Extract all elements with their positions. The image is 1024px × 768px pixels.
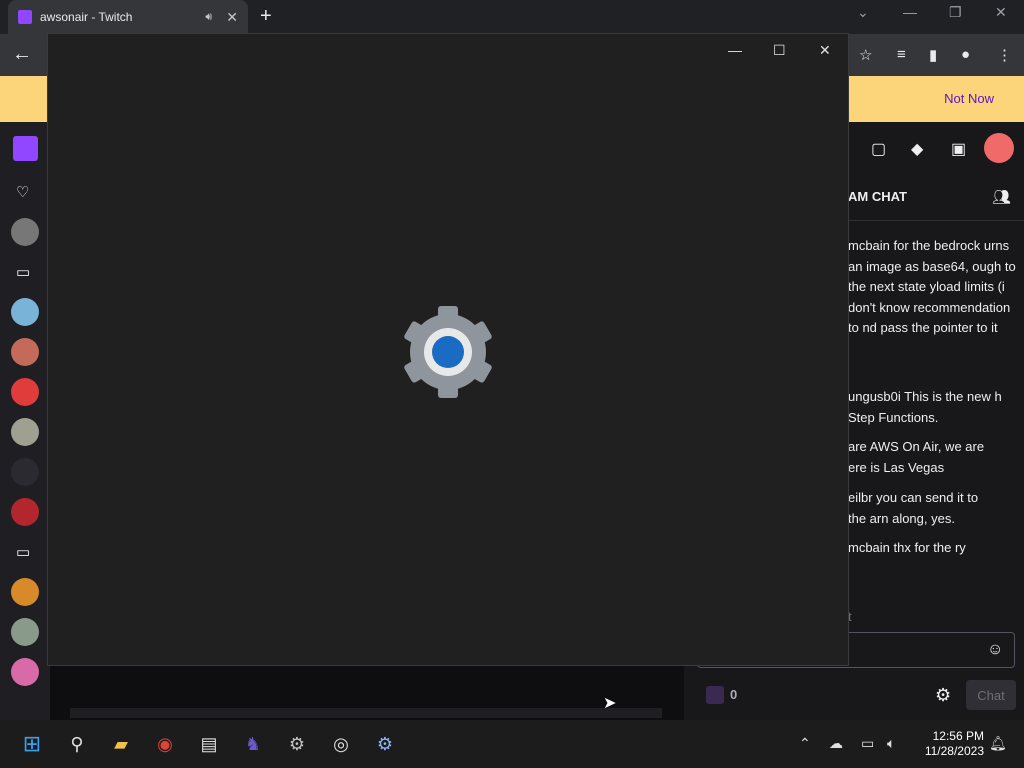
taskbar-clock[interactable]: 12:56 PM 11/28/2023 xyxy=(916,729,984,759)
notification-bell-icon[interactable]: 🔔︎ xyxy=(989,735,1007,752)
chrome-icon[interactable]: ◉ xyxy=(152,731,178,757)
chat-placeholder: t xyxy=(848,609,852,624)
profile-icon[interactable]: ● xyxy=(961,46,970,63)
obs-icon[interactable]: ◎ xyxy=(328,731,354,757)
browser-tabstrip: awsonair - Twitch 🔊︎ ✕ + ⌄ — ❐ ✕ xyxy=(0,0,1024,34)
network-icon[interactable]: ▭ xyxy=(861,735,874,752)
channel-avatar[interactable] xyxy=(11,378,39,406)
onedrive-icon[interactable]: ☁ xyxy=(829,735,843,752)
browser-tab[interactable]: awsonair - Twitch 🔊︎ ✕ xyxy=(8,0,248,34)
minimize-icon[interactable]: — xyxy=(903,4,917,20)
twitch-logo-icon[interactable] xyxy=(13,136,38,161)
side-panel-icon[interactable]: ▮ xyxy=(929,46,937,64)
chat-message: are AWS On Air, we are ere is Las Vegas xyxy=(848,439,985,475)
start-windows-icon[interactable]: ⊞ xyxy=(19,731,45,757)
channel-avatar[interactable] xyxy=(11,218,39,246)
channel-avatar[interactable] xyxy=(11,618,39,646)
mouse-cursor-icon: ➤ xyxy=(603,695,617,712)
video-controls-bar xyxy=(70,708,662,718)
community-icon[interactable]: 👥︎ xyxy=(992,188,1011,206)
chat-settings-gear-icon[interactable]: ⚙ xyxy=(935,685,951,706)
media-control-icon[interactable]: ≡ xyxy=(897,46,906,63)
close-window-icon[interactable]: ✕ xyxy=(995,4,1007,21)
channel-avatar[interactable] xyxy=(11,338,39,366)
close-icon[interactable]: ✕ xyxy=(819,42,831,59)
back-arrow-icon[interactable]: ← xyxy=(12,43,32,66)
avatar[interactable] xyxy=(984,133,1014,163)
bookmark-star-icon[interactable]: ☆ xyxy=(859,46,872,64)
twitch-favicon-icon xyxy=(18,10,32,24)
gear-icon xyxy=(404,306,492,398)
chat-message: mcbain for the bedrock urns an image as … xyxy=(848,238,1016,335)
channel-avatar[interactable] xyxy=(11,498,39,526)
settings-splash-window: — ☐ ✕ xyxy=(47,33,849,666)
minimize-icon[interactable]: — xyxy=(728,42,742,58)
settings-taskbar-icon[interactable]: ⚙ xyxy=(372,731,398,757)
bits-icon[interactable]: ▣ xyxy=(951,139,966,159)
whispers-icon[interactable]: ▢ xyxy=(871,139,886,159)
app-avatar-icon[interactable]: ♞ xyxy=(240,731,266,757)
channel-points-icon[interactable] xyxy=(706,686,724,704)
not-now-button[interactable]: Not Now xyxy=(944,91,994,106)
speaker-icon[interactable]: 🔊︎ xyxy=(205,11,212,24)
menu-dots-icon[interactable]: ⋮ xyxy=(997,46,1012,64)
chat-message: eilbr you can send it to the arn along, … xyxy=(848,490,979,526)
emote-picker-icon[interactable]: ☺ xyxy=(987,641,1003,659)
search-icon[interactable]: ⚲ xyxy=(64,731,90,757)
channel-avatar[interactable] xyxy=(11,458,39,486)
new-tab-icon[interactable]: + xyxy=(260,5,272,28)
settings-cog-app-icon[interactable]: ⚙ xyxy=(284,731,310,757)
channel-avatar[interactable] xyxy=(11,658,39,686)
channel-avatar[interactable] xyxy=(11,578,39,606)
terminal-window-icon[interactable]: ▤ xyxy=(196,731,222,757)
close-tab-icon[interactable]: ✕ xyxy=(226,9,238,26)
prime-crown-icon[interactable]: ◆ xyxy=(911,139,923,159)
tab-search-icon[interactable]: ⌄ xyxy=(857,4,869,21)
channel-avatar[interactable] xyxy=(11,298,39,326)
maximize-icon[interactable]: ☐ xyxy=(773,42,786,59)
chat-message: ungusb0i This is the new h Step Function… xyxy=(848,389,1002,425)
chat-send-button[interactable]: Chat xyxy=(966,680,1016,710)
volume-icon[interactable]: 🔈︎ xyxy=(887,735,895,752)
clock-time: 12:56 PM xyxy=(932,729,984,743)
channel-avatar[interactable] xyxy=(11,418,39,446)
channel-points-count: 0 xyxy=(730,687,738,702)
clock-date: 11/28/2023 xyxy=(924,744,984,758)
chat-header: AM CHAT xyxy=(848,189,907,204)
file-explorer-icon[interactable]: ▰ xyxy=(108,731,134,757)
following-heart-icon[interactable]: ♡ xyxy=(16,183,29,201)
live-camera-icon: ▭ xyxy=(16,544,31,561)
tab-title: awsonair - Twitch xyxy=(40,10,133,24)
chat-message: mcbain thx for the ry xyxy=(848,540,966,555)
show-hidden-icons-icon[interactable]: ⌃ xyxy=(799,735,811,752)
live-camera-icon: ▭ xyxy=(16,264,31,281)
restore-icon[interactable]: ❐ xyxy=(949,4,962,21)
